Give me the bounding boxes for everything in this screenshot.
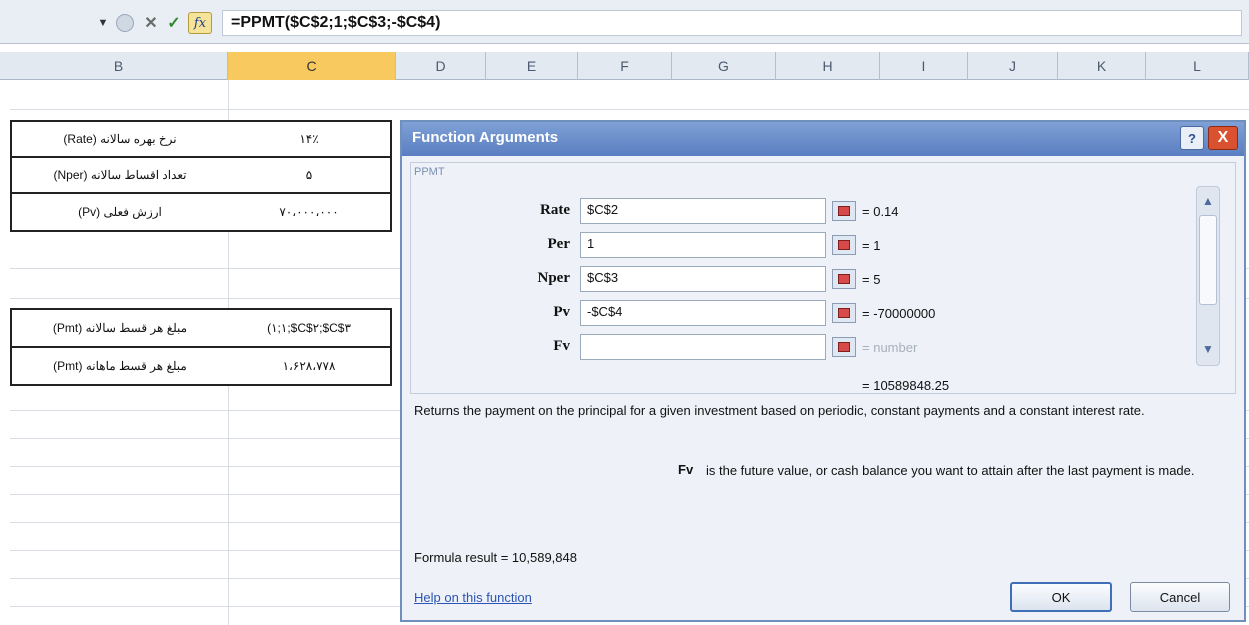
arg-input-per[interactable]: 1 xyxy=(580,232,826,258)
value-cell-pmt-monthly[interactable]: ۱،۶۲۸،۷۷۸ xyxy=(228,346,392,386)
label-cell-pv[interactable]: ارزش فعلی (Pv) xyxy=(10,192,230,232)
formula-input[interactable]: =PPMT($C$2;1;$C$3;-$C$4) xyxy=(222,10,1242,36)
help-icon[interactable]: ? xyxy=(1180,126,1204,150)
column-header-i[interactable]: I xyxy=(880,52,968,80)
column-header-d[interactable]: D xyxy=(396,52,486,80)
collapse-dialog-icon[interactable] xyxy=(832,269,856,289)
formula-bar: ▼ ✕ ✓ fx =PPMT($C$2;1;$C$3;-$C$4) xyxy=(0,0,1249,44)
cancel-entry-icon[interactable]: ✕ xyxy=(140,12,162,34)
column-header-l[interactable]: L xyxy=(1146,52,1249,80)
function-description: Returns the payment on the principal for… xyxy=(414,403,1145,418)
column-header-f[interactable]: F xyxy=(578,52,672,80)
arg-label-pv: Pv xyxy=(553,304,570,320)
arg-label-rate: Rate xyxy=(540,202,570,218)
formula-result: Formula result = 10,589,848 xyxy=(414,550,577,565)
grid-line xyxy=(10,109,1249,110)
enter-entry-icon[interactable]: ✓ xyxy=(163,12,185,34)
dialog-title-bar[interactable]: Function Arguments ? X xyxy=(402,122,1244,156)
label-cell-nper[interactable]: تعداد اقساط سالانه (Nper) xyxy=(10,156,230,194)
value-cell-rate[interactable]: ۱۴٪ xyxy=(228,120,392,158)
column-header-k[interactable]: K xyxy=(1058,52,1146,80)
column-header-c[interactable]: C xyxy=(228,52,396,80)
close-icon[interactable]: X xyxy=(1208,126,1238,150)
arg-value-nper: = 5 xyxy=(862,272,881,287)
arg-value-rate: = 0.14 xyxy=(862,204,899,219)
column-header-h[interactable]: H xyxy=(776,52,880,80)
column-header-b[interactable]: B xyxy=(10,52,228,80)
collapse-dialog-icon[interactable] xyxy=(832,201,856,221)
arguments-scrollbar[interactable]: ▲ ▼ xyxy=(1196,186,1220,366)
argument-help-text: is the future value, or cash balance you… xyxy=(706,463,1195,478)
arg-label-nper: Nper xyxy=(537,270,571,286)
collapse-dialog-icon[interactable] xyxy=(832,235,856,255)
function-result: = 10589848.25 xyxy=(862,378,950,393)
value-cell-nper[interactable]: ۵ xyxy=(228,156,392,194)
cancel-button[interactable]: Cancel xyxy=(1130,582,1230,612)
column-header-g[interactable]: G xyxy=(672,52,776,80)
collapse-dialog-icon[interactable] xyxy=(832,303,856,323)
function-name: PPMT xyxy=(414,166,445,178)
column-headers: B C D E F G H I J K L xyxy=(0,52,1249,80)
help-on-function-link[interactable]: Help on this function xyxy=(414,590,532,605)
function-arguments-dialog: Function Arguments ? X PPMT Rate $C$2 = … xyxy=(400,120,1246,622)
arg-value-pv: = -70000000 xyxy=(862,306,936,321)
dialog-title: Function Arguments xyxy=(412,129,559,146)
arg-input-rate[interactable]: $C$2 xyxy=(580,198,826,224)
label-cell-pmt-monthly[interactable]: مبلغ هر قسط ماهانه (Pmt) xyxy=(10,346,230,386)
label-cell-rate[interactable]: نرخ بهره سالانه (Rate) xyxy=(10,120,230,158)
arg-value-per: = 1 xyxy=(862,238,881,253)
value-cell-pv[interactable]: ۷۰،۰۰۰،۰۰۰ xyxy=(228,192,392,232)
arg-input-pv[interactable]: -$C$4 xyxy=(580,300,826,326)
arg-value-fv: = number xyxy=(862,340,918,355)
arg-label-fv: Fv xyxy=(553,338,570,354)
formula-bar-circle-icon xyxy=(116,14,134,32)
label-cell-pmt-annual[interactable]: مبلغ هر قسط سالانه (Pmt) xyxy=(10,308,230,348)
scroll-down-icon[interactable]: ▼ xyxy=(1200,341,1216,357)
argument-help-name: Fv xyxy=(678,462,694,477)
insert-function-icon[interactable]: fx xyxy=(188,12,212,34)
scroll-up-icon[interactable]: ▲ xyxy=(1200,193,1216,209)
column-header-j[interactable]: J xyxy=(968,52,1058,80)
value-cell-pmt-annual[interactable]: (۱;۱;$C$۲;$C$۳ xyxy=(228,308,392,348)
arg-label-per: Per xyxy=(547,236,570,252)
name-box-dropdown-icon[interactable]: ▼ xyxy=(96,12,110,34)
arg-input-fv[interactable] xyxy=(580,334,826,360)
arg-input-nper[interactable]: $C$3 xyxy=(580,266,826,292)
scroll-thumb[interactable] xyxy=(1199,215,1217,305)
column-header-e[interactable]: E xyxy=(486,52,578,80)
collapse-dialog-icon[interactable] xyxy=(832,337,856,357)
ok-button[interactable]: OK xyxy=(1010,582,1112,612)
